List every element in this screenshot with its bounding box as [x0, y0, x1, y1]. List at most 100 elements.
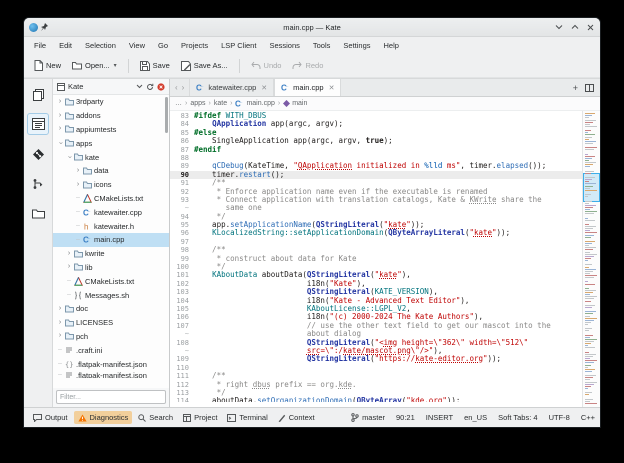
statusbar-dictionary[interactable]: en_US	[464, 413, 487, 422]
code-line-110[interactable]: 110	[170, 364, 582, 372]
code-line-92[interactable]: 92 * Enforce application name even if th…	[170, 188, 582, 196]
tree-item-icons[interactable]: › icons	[53, 178, 169, 192]
tree-filter-input[interactable]: Filter...	[56, 390, 166, 404]
code-view[interactable]: 83 #ifdef WITH_DBUS 84 QApplication app(ar…	[170, 111, 582, 407]
menu-sessions[interactable]: Sessions	[269, 41, 299, 50]
split-view-icon[interactable]	[585, 83, 594, 92]
menu-tools[interactable]: Tools	[313, 41, 331, 50]
code-line-108[interactable]: 108 QStringLiteral("<img height=\"362\" …	[170, 339, 582, 347]
tree-item-addons[interactable]: › addons	[53, 109, 169, 123]
code-line-wrap[interactable]: ~ same one	[170, 204, 582, 212]
code-line-101[interactable]: 101 KAboutData aboutData(QStringLiteral(…	[170, 271, 582, 279]
code-line-91[interactable]: 91 /**	[170, 179, 582, 187]
tree-item-licenses[interactable]: › LICENSES	[53, 316, 169, 330]
code-line-90[interactable]: 90 timer.restart();	[170, 170, 582, 180]
code-line-96[interactable]: 96 KLocalizedString::setApplicationDomai…	[170, 229, 582, 237]
minimap-scrollbar[interactable]	[582, 111, 600, 407]
tree-item-apps[interactable]: › apps	[53, 136, 169, 150]
expand-arrow-icon[interactable]: ›	[56, 319, 64, 327]
close-tab-icon[interactable]: ✕	[261, 84, 267, 92]
tree-item-kate[interactable]: › kate	[53, 150, 169, 164]
toolview-button-project[interactable]: Project	[179, 411, 221, 424]
breadcrumb-item-main.cpp[interactable]: C.. main.cpp	[235, 99, 274, 108]
code-line-112[interactable]: 112 * right dbus prefix == org.kde.	[170, 381, 582, 389]
history-forward-button[interactable]: ›	[182, 83, 185, 92]
tree-item-katewaiter.h[interactable]: – h katewaiter.h	[53, 219, 169, 233]
menu-go[interactable]: Go	[158, 41, 168, 50]
toolview-button-terminal[interactable]: Terminal	[223, 411, 271, 424]
project-name[interactable]: Kate	[68, 82, 83, 91]
menu-settings[interactable]: Settings	[343, 41, 370, 50]
code-line-98[interactable]: 98 /**	[170, 246, 582, 254]
statusbar-cursor-position[interactable]: 90:21	[396, 413, 415, 422]
tree-item-doc[interactable]: › doc	[53, 302, 169, 316]
code-line-103[interactable]: 103 QStringLiteral(KATE_VERSION),	[170, 288, 582, 296]
history-back-button[interactable]: ‹	[175, 83, 178, 92]
code-line-87[interactable]: 87 #endif	[170, 146, 582, 154]
statusbar-tab-mode[interactable]: Soft Tabs: 4	[498, 413, 537, 422]
tree-item-cmakelists.txt[interactable]: – CMakeLists.txt	[53, 274, 169, 288]
breadcrumb-item-kate[interactable]: kate	[214, 100, 227, 107]
expand-arrow-icon[interactable]: ›	[56, 125, 64, 133]
menu-file[interactable]: File	[34, 41, 46, 50]
tree-item-lib[interactable]: › lib	[53, 261, 169, 275]
tree-item-data[interactable]: › data	[53, 164, 169, 178]
expand-arrow-icon[interactable]: ›	[56, 112, 64, 120]
tree-item-.flatpak-manifest.json[interactable]: –{} .flatpak-manifest.json	[53, 357, 169, 371]
expand-arrow-icon[interactable]: ›	[65, 250, 73, 258]
code-line-86[interactable]: 86 SingleApplication app(argc, argv, tru…	[170, 137, 582, 145]
open-dropdown-chevron-icon[interactable]: ▾	[114, 62, 117, 69]
breadcrumb-item-main[interactable]: main	[283, 100, 307, 107]
tree-item-messages.sh[interactable]: – Messages.sh	[53, 288, 169, 302]
tab-katewaiter.cpp[interactable]: C.. katewaiter.cpp ✕	[189, 79, 275, 96]
tree-item-.craft.ini[interactable]: – .craft.ini	[53, 343, 169, 357]
code-line-wrap[interactable]: ~ src=\":/kate/mascot.png\"/>"),	[170, 347, 582, 355]
symbols-toolview-button[interactable]	[28, 174, 48, 194]
open-button[interactable]: Open... ▾	[69, 59, 120, 72]
code-line-wrap[interactable]: ~ about dialog	[170, 330, 582, 338]
code-line-114[interactable]: 114 aboutData.setOrganizationDomain(QByt…	[170, 397, 582, 402]
menu-projects[interactable]: Projects	[181, 41, 208, 50]
code-line-111[interactable]: 111 /**	[170, 372, 582, 380]
code-line-113[interactable]: 113 */	[170, 389, 582, 397]
tree-item-kwrite[interactable]: › kwrite	[53, 247, 169, 261]
menu-edit[interactable]: Edit	[59, 41, 72, 50]
chevron-down-icon[interactable]	[136, 84, 143, 89]
toolview-button-output[interactable]: Output	[29, 411, 72, 424]
save-button[interactable]: Save	[137, 59, 173, 73]
maximize-button[interactable]	[570, 23, 579, 32]
breadcrumb-item-overflow[interactable]: …	[175, 100, 182, 107]
tree-scrollbar[interactable]	[165, 97, 168, 133]
tree-item-appiumtests[interactable]: › appiumtests	[53, 123, 169, 137]
tree-item-3rdparty[interactable]: › 3rdparty	[53, 95, 169, 109]
code-line-88[interactable]: 88	[170, 154, 582, 162]
close-tab-icon[interactable]: ✕	[329, 84, 335, 92]
code-line-85[interactable]: 85 #else	[170, 129, 582, 137]
code-line-93[interactable]: 93 * Connect application with translatio…	[170, 196, 582, 204]
toolview-button-diagnostics[interactable]: Diagnostics	[73, 411, 133, 424]
redo-button[interactable]: Redo	[289, 59, 326, 72]
code-line-105[interactable]: 105 KAboutLicense::LGPL_V2,	[170, 305, 582, 313]
tree-item-.flatpak-manifest.json[interactable]: – .flatpak-manifest.json	[53, 371, 169, 378]
tree-item-cmakelists.txt[interactable]: – CMakeLists.txt	[53, 192, 169, 206]
collapse-arrow-icon[interactable]: ›	[56, 139, 64, 147]
expand-arrow-icon[interactable]: ›	[56, 305, 64, 313]
tree-item-pch[interactable]: › pch	[53, 330, 169, 344]
code-line-102[interactable]: 102 i18n("Kate"),	[170, 280, 582, 288]
undo-button[interactable]: Undo	[248, 59, 285, 72]
code-line-94[interactable]: 94 */	[170, 213, 582, 221]
code-line-106[interactable]: 106 i18n("(c) 2000-2024 The Kate Authors…	[170, 313, 582, 321]
code-line-107[interactable]: 107 // use the other text field to get o…	[170, 322, 582, 330]
statusbar-encoding[interactable]: UTF-8	[549, 413, 570, 422]
menu-lsp-client[interactable]: LSP Client	[221, 41, 256, 50]
statusbar-input-mode[interactable]: INSERT	[426, 413, 453, 422]
expand-arrow-icon[interactable]: ›	[56, 98, 64, 106]
project-list-toolview-button[interactable]	[27, 113, 49, 135]
new-button[interactable]: New	[31, 58, 64, 73]
expand-arrow-icon[interactable]: ›	[56, 332, 64, 340]
tab-main.cpp[interactable]: C.. main.cpp ✕	[274, 79, 342, 96]
expand-arrow-icon[interactable]: ›	[65, 263, 73, 271]
code-line-84[interactable]: 84 QApplication app(argc, argv);	[170, 120, 582, 128]
menu-view[interactable]: View	[129, 41, 145, 50]
collapse-arrow-icon[interactable]: ›	[65, 153, 73, 161]
